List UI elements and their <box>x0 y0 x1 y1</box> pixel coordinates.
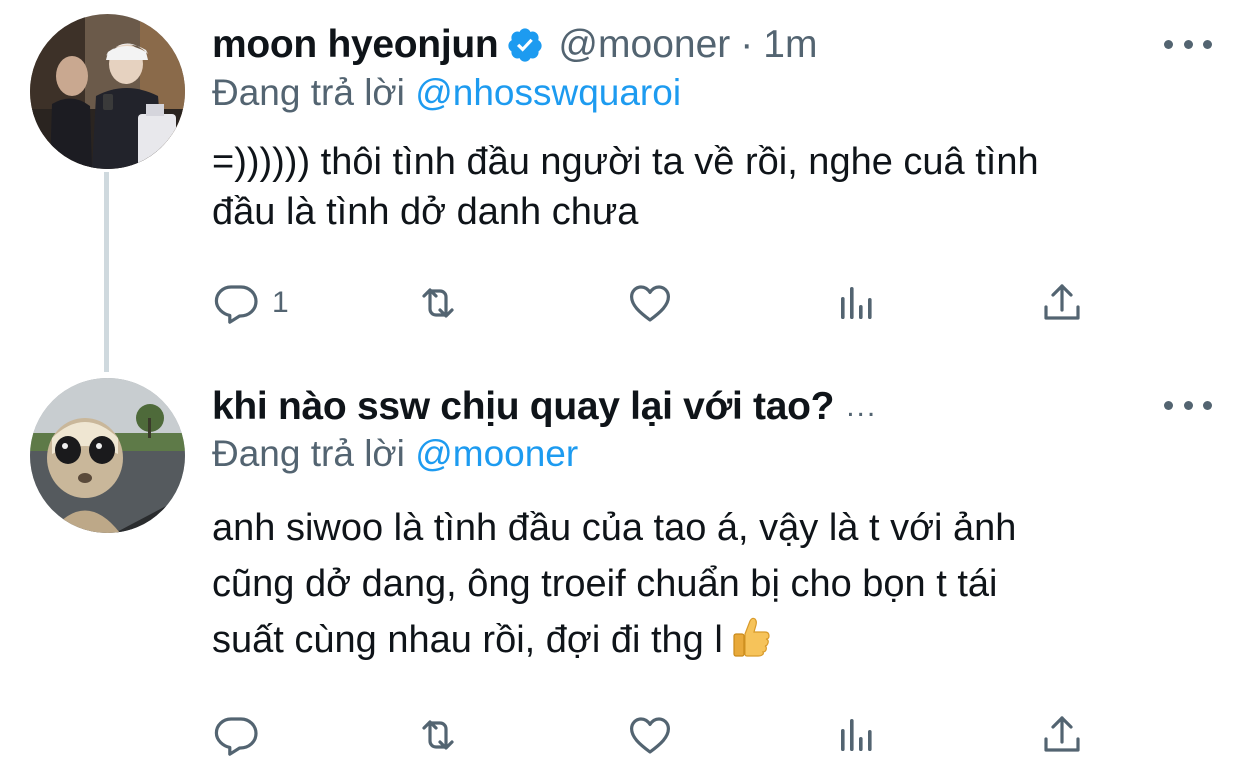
display-name[interactable]: khi nào ssw chịu quay lại với tao? <box>212 385 834 429</box>
tweet[interactable]: khi nào ssw chịu quay lại với tao? ... Đ… <box>0 365 1242 770</box>
replying-to: Đang trả lời @nhosswquaroi <box>212 72 681 114</box>
tweet-header: moon hyeonjun @mooner · 1m <box>212 17 1202 73</box>
analytics-button[interactable] <box>832 710 880 760</box>
share-button[interactable] <box>1038 710 1086 760</box>
retweet-button[interactable] <box>414 710 462 760</box>
reply-button[interactable] <box>212 710 260 760</box>
reply-icon <box>214 285 258 324</box>
tweet-text: =)))))) thôi tình đầu người ta về rồi, n… <box>212 137 1212 237</box>
like-icon <box>630 285 670 322</box>
tweet-actions <box>212 710 1112 760</box>
tweet-text-line: cũng dở dang, ông troeif chuẩn bị cho bọ… <box>212 563 998 605</box>
tweet-text-line: anh siwoo là tình đầu của tao á, vậy là … <box>212 507 1017 549</box>
avatar[interactable] <box>30 14 185 169</box>
more-icon[interactable] <box>1164 32 1212 56</box>
replying-to: Đang trả lời @mooner <box>212 433 578 475</box>
name-truncation: ... <box>846 390 878 423</box>
tweet-text-line: đầu là tình dở danh chưa <box>212 191 639 233</box>
more-icon[interactable] <box>1164 393 1212 417</box>
replying-to-mention[interactable]: @mooner <box>415 433 578 474</box>
reply-count: 1 <box>272 286 289 319</box>
like-button[interactable] <box>626 710 674 760</box>
analytics-button[interactable] <box>832 278 880 328</box>
tweet-text-line-last: suất cùng nhau rồi, đợi đi thg l <box>212 612 1212 668</box>
replying-to-label: Đang trả lời <box>212 72 405 113</box>
tweet-header: khi nào ssw chịu quay lại với tao? ... <box>212 379 1202 435</box>
timestamp[interactable]: 1m <box>763 23 817 67</box>
like-icon <box>630 717 670 754</box>
tweet[interactable]: moon hyeonjun @mooner · 1m Đang trả lời … <box>0 0 1242 372</box>
retweet-icon <box>422 288 454 318</box>
reply-button[interactable]: 1 <box>212 278 289 328</box>
tweet-text: anh siwoo là tình đầu của tao á, vậy là … <box>212 500 1212 668</box>
reply-icon <box>214 717 258 756</box>
display-name[interactable]: moon hyeonjun <box>212 23 499 67</box>
verified-icon <box>506 26 544 64</box>
thumbs-up-emoji <box>731 616 771 658</box>
like-button[interactable] <box>626 278 674 328</box>
tweet-text-line: =)))))) thôi tình đầu người ta về rồi, n… <box>212 141 1039 183</box>
share-icon <box>1044 716 1080 752</box>
analytics-icon <box>841 287 872 319</box>
tweet-actions: 1 <box>212 278 1112 328</box>
replying-to-label: Đang trả lời <box>212 433 405 474</box>
analytics-icon <box>841 719 872 751</box>
thread-line <box>104 172 109 372</box>
share-icon <box>1044 284 1080 320</box>
handle[interactable]: @mooner <box>558 23 730 67</box>
separator-dot: · <box>740 23 754 66</box>
tweet-text-line: suất cùng nhau rồi, đợi đi thg l <box>212 619 723 661</box>
avatar[interactable] <box>30 378 185 533</box>
replying-to-mention[interactable]: @nhosswquaroi <box>415 72 681 113</box>
retweet-icon <box>422 720 454 750</box>
retweet-button[interactable] <box>414 278 462 328</box>
share-button[interactable] <box>1038 278 1086 328</box>
